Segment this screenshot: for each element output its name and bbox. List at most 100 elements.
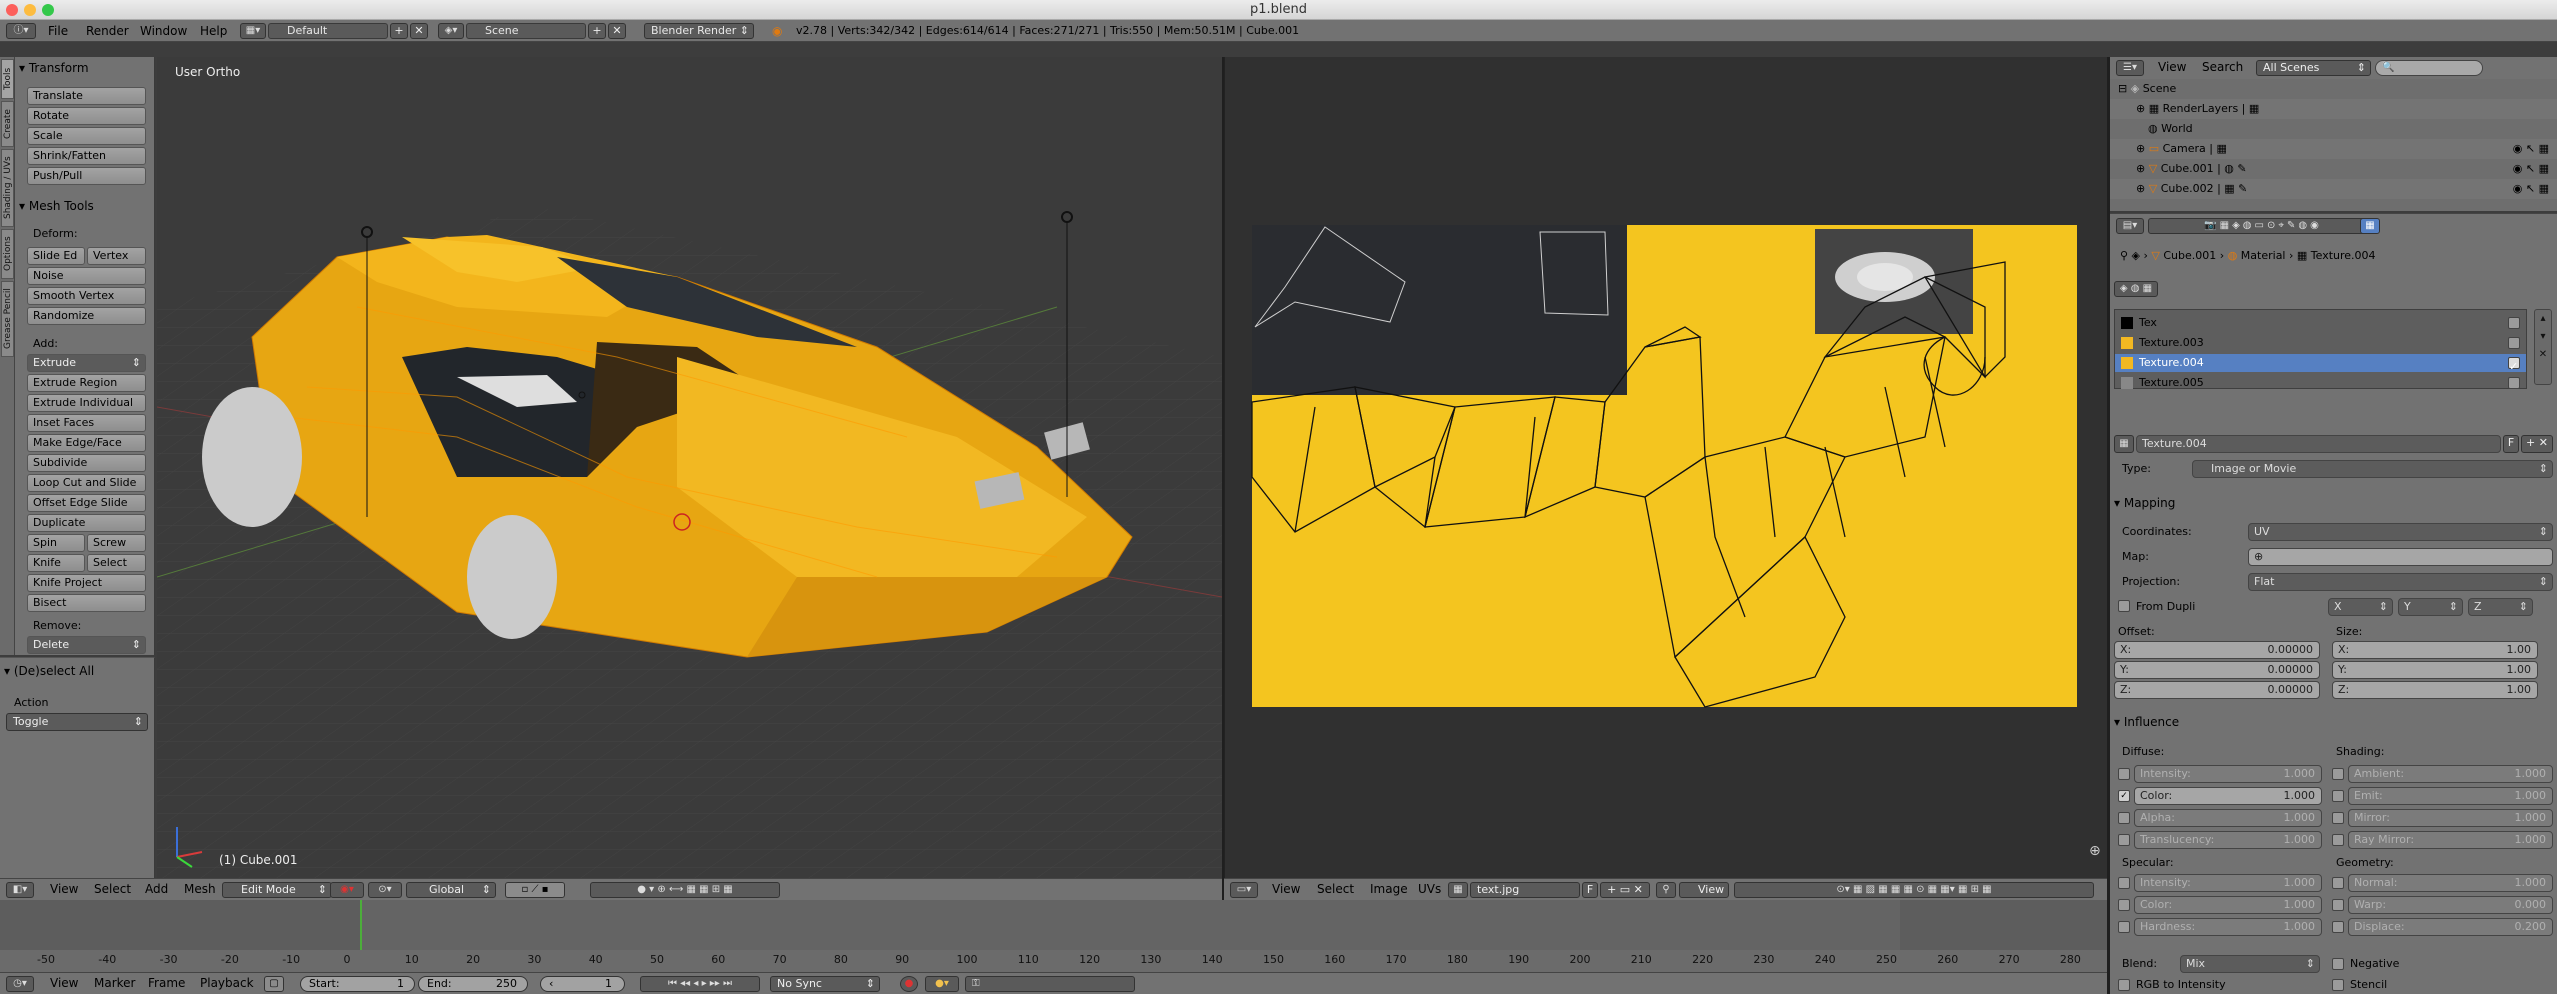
push-pull-button[interactable]: Push/Pull [27, 167, 146, 185]
menu-file[interactable]: File [48, 20, 68, 42]
influence-panel-header[interactable]: ▾ Influence [2114, 715, 2179, 729]
texture-new-remove-buttons[interactable]: + ✕ [2521, 435, 2553, 453]
preview-range-icon[interactable]: ▢ [264, 976, 284, 992]
outliner-item-renderlayers[interactable]: ⊕ ▦ RenderLayers | ▦ [2110, 99, 2557, 119]
uv-image-editor[interactable]: ⊕ [1224, 57, 2107, 878]
menu-outliner-view[interactable]: View [2158, 60, 2186, 74]
diffuse-translucency-field[interactable]: Translucency: 1.000 [2134, 831, 2322, 849]
knife-select-button[interactable]: Select [87, 554, 146, 572]
outliner-item-scene[interactable]: ⊟ ◈ Scene [2110, 79, 2557, 99]
diffuse-intensity-checkbox[interactable] [2118, 768, 2130, 780]
menu-image-view[interactable]: View [1272, 882, 1300, 896]
displace-field[interactable]: Displace: 0.200 [2348, 918, 2553, 936]
keying-set-field[interactable]: ⚿ [965, 976, 1135, 992]
tab-tools[interactable]: Tools [1, 59, 14, 99]
menu-window[interactable]: Window [140, 20, 187, 42]
minimize-window-button[interactable] [24, 4, 36, 16]
texture-fake-user-button[interactable]: F [2503, 435, 2519, 453]
spin-button[interactable]: Spin [27, 534, 85, 552]
right-area-divider[interactable] [2107, 57, 2110, 994]
texture-slot-tex[interactable]: Tex [2115, 314, 2526, 332]
record-icon[interactable]: ● [900, 976, 918, 992]
extrude-region-button[interactable]: Extrude Region [27, 374, 146, 392]
bisect-button[interactable]: Bisect [27, 594, 146, 612]
outliner[interactable]: ⊟ ◈ Scene ⊕ ▦ RenderLayers | ▦ ◍ World ⊕… [2110, 79, 2557, 211]
screen-layout-icon[interactable]: ▦▾ [240, 23, 266, 39]
keying-set-icon[interactable]: ●▾ [925, 976, 959, 992]
texture-slot-004[interactable]: Texture.004 ✓ [2115, 354, 2526, 373]
mapping-panel-header[interactable]: ▾ Mapping [2114, 496, 2175, 510]
tab-grease-pencil[interactable]: Grease Pencil [1, 281, 14, 357]
hardness-checkbox[interactable] [2118, 921, 2130, 933]
diffuse-translucency-checkbox[interactable] [2118, 834, 2130, 846]
projection-x-select[interactable]: X ⇕ [2328, 598, 2393, 616]
menu-marker[interactable]: Marker [94, 976, 135, 990]
diffuse-color-checkbox[interactable]: ✓ [2118, 790, 2130, 802]
mode-select[interactable]: Edit Mode ⇕ [222, 882, 332, 898]
outliner-search-field[interactable]: 🔍 [2375, 60, 2483, 76]
duplicate-button[interactable]: Duplicate [27, 514, 146, 532]
close-window-button[interactable] [6, 4, 18, 16]
add-scene-button[interactable]: + [588, 23, 606, 39]
zoom-window-button[interactable] [42, 4, 54, 16]
pin-image-icon[interactable]: ⚲ [1656, 882, 1676, 898]
mirror-checkbox[interactable] [2332, 812, 2344, 824]
make-edge-face-button[interactable]: Make Edge/Face [27, 434, 146, 452]
sync-mode-select[interactable]: No Sync ⇕ [770, 976, 880, 992]
offset-z-field[interactable]: Z: 0.00000 [2114, 681, 2320, 699]
editor-type-timeline-icon[interactable]: ◷▾ [6, 976, 34, 992]
emit-field[interactable]: Emit: 1.000 [2348, 787, 2553, 805]
image-view-mode-select[interactable]: View [1679, 882, 1729, 898]
slide-vertex-button[interactable]: Vertex [87, 247, 146, 265]
editor-type-outliner-icon[interactable]: ☰▾ [2116, 60, 2144, 76]
specular-color-field[interactable]: Color: 1.000 [2134, 896, 2322, 914]
from-dupli-checkbox[interactable] [2118, 600, 2130, 612]
tab-options[interactable]: Options [1, 229, 14, 279]
current-frame-field[interactable]: ‹ 1 [540, 976, 625, 992]
viewport-shading-icon[interactable]: ◉▾ [330, 882, 364, 898]
menu-view[interactable]: View [50, 882, 78, 896]
texture-browse-icon[interactable]: ▦ [2114, 435, 2134, 453]
size-x-field[interactable]: X: 1.00 [2332, 641, 2538, 659]
editor-type-image-icon[interactable]: ▭▾ [1230, 882, 1258, 898]
extrude-individual-button[interactable]: Extrude Individual [27, 394, 146, 412]
image-browse-icon[interactable]: ▦ [1448, 882, 1468, 898]
diffuse-color-field[interactable]: Color: 1.000 [2134, 787, 2322, 805]
extrude-menu[interactable]: Extrude ⇕ [27, 354, 146, 372]
scale-button[interactable]: Scale [27, 127, 146, 145]
slide-edge-button[interactable]: Slide Ed [27, 247, 85, 265]
shrink-fatten-button[interactable]: Shrink/Fatten [27, 147, 146, 165]
offset-edge-slide-button[interactable]: Offset Edge Slide [27, 494, 146, 512]
outliner-item-camera[interactable]: ⊕ ▭ Camera | ▦ ◉ ↖ ▦ [2110, 139, 2557, 159]
size-z-field[interactable]: Z: 1.00 [2332, 681, 2538, 699]
rgb-to-intensity-checkbox[interactable] [2118, 979, 2130, 991]
playback-controls[interactable]: ⏮ ◂◂ ◂ ▸ ▸▸ ⏭ [640, 976, 760, 992]
snap-proportional-icons[interactable]: ● ▾ ⊕ ⟷ ▦ ▦ ⊞ ▦ [590, 882, 780, 898]
stencil-checkbox[interactable] [2332, 979, 2344, 991]
remove-scene-button[interactable]: ✕ [608, 23, 626, 39]
scene-icon[interactable]: ◈▾ [438, 23, 464, 39]
texture-context-tab[interactable]: ▦ [2360, 218, 2380, 234]
menu-mesh[interactable]: Mesh [184, 882, 216, 896]
size-y-field[interactable]: Y: 1.00 [2332, 661, 2538, 679]
ambient-checkbox[interactable] [2332, 768, 2344, 780]
rotate-button[interactable]: Rotate [27, 107, 146, 125]
delete-menu[interactable]: Delete ⇕ [27, 636, 146, 654]
action-select[interactable]: Toggle ⇕ [6, 713, 148, 731]
outliner-item-cube001[interactable]: ⊕ ▽ Cube.001 | ◍ ✎ ◉ ↖ ▦ [2110, 159, 2557, 179]
uv-map-field[interactable]: ⊕ [2248, 548, 2553, 566]
menu-add[interactable]: Add [145, 882, 168, 896]
inset-faces-button[interactable]: Inset Faces [27, 414, 146, 432]
blend-mode-select[interactable]: Mix ⇕ [2180, 955, 2320, 973]
texture-slot-list[interactable]: Tex Texture.003 Texture.004 ✓ Texture.005 [2114, 309, 2527, 389]
menu-image-select[interactable]: Select [1317, 882, 1354, 896]
pivot-point-icon[interactable]: ⊙▾ [368, 882, 402, 898]
texture-type-tabs[interactable]: ◈ ◍ ▦ [2114, 281, 2158, 297]
normal-field[interactable]: Normal: 1.000 [2348, 874, 2553, 892]
editor-type-properties-icon[interactable]: ▤▾ [2116, 218, 2144, 234]
image-name-field[interactable]: text.jpg [1470, 882, 1580, 898]
3d-viewport[interactable]: User Ortho (1) Cube.001 [157, 57, 1222, 878]
texture-type-select[interactable]: Image or Movie ⇕ [2192, 460, 2553, 478]
remove-layout-button[interactable]: ✕ [410, 23, 428, 39]
menu-render[interactable]: Render [86, 20, 129, 42]
